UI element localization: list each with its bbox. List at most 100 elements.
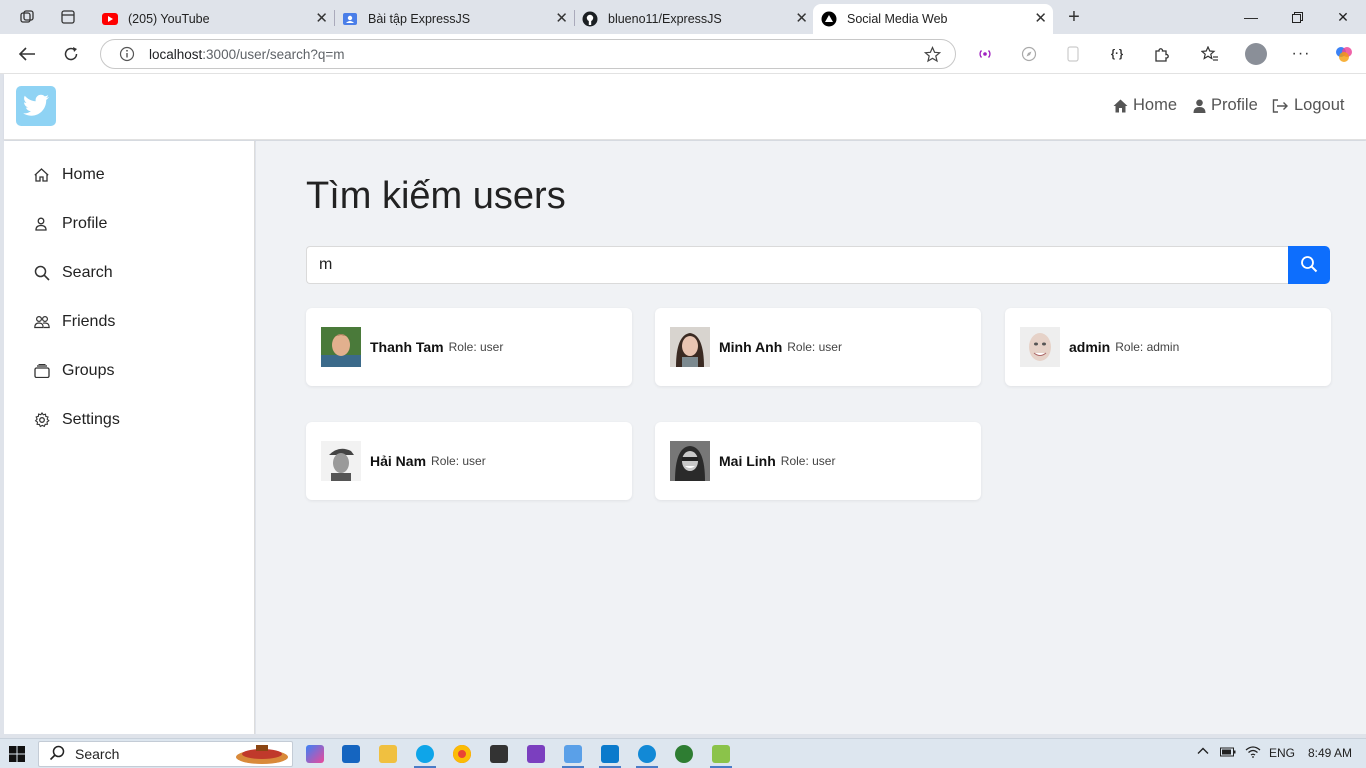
- workspaces-icon[interactable]: [14, 5, 40, 29]
- header-nav-profile[interactable]: Profile: [1193, 96, 1258, 115]
- user-name[interactable]: Hải Nam: [370, 453, 426, 469]
- sidebar-item-groups[interactable]: Groups: [34, 357, 114, 385]
- main-content: Tìm kiếm users Thanh Tam Role: user Minh…: [256, 141, 1366, 734]
- close-window-icon[interactable]: ✕: [1328, 6, 1358, 28]
- minimize-icon[interactable]: —: [1236, 6, 1266, 28]
- sidebar-item-label: Friends: [62, 313, 116, 330]
- browser-tab-expressjs[interactable]: Bài tập ExpressJS ✕: [334, 4, 574, 34]
- twitter-bird-icon[interactable]: [16, 86, 56, 126]
- site-info-icon[interactable]: [119, 46, 135, 67]
- sidebar-item-settings[interactable]: Settings: [34, 406, 120, 434]
- sidebar-item-label: Groups: [62, 362, 115, 379]
- user-name[interactable]: Minh Anh: [719, 339, 782, 355]
- search-icon: [49, 745, 65, 764]
- user-role: Role: user: [787, 340, 842, 354]
- tab-title: (205) YouTube: [128, 12, 210, 26]
- sidebar-item-profile[interactable]: Profile: [34, 210, 107, 238]
- app-icon[interactable]: [675, 745, 693, 763]
- avatar: [670, 327, 710, 367]
- refresh-icon[interactable]: [58, 42, 84, 66]
- user-name[interactable]: Thanh Tam: [370, 339, 444, 355]
- terminal-icon[interactable]: [490, 745, 508, 763]
- header-nav-label: Profile: [1211, 96, 1258, 114]
- close-tab-icon[interactable]: ✕: [315, 11, 328, 27]
- user-card[interactable]: Mai Linh Role: user: [655, 422, 981, 500]
- browser-tab-github[interactable]: blueno11/ExpressJS ✕: [574, 4, 814, 34]
- close-tab-icon[interactable]: ✕: [555, 11, 568, 27]
- user-name[interactable]: admin: [1069, 339, 1110, 355]
- os-taskbar: Search ENG 8:49 AM: [0, 738, 1366, 768]
- visual-studio-icon[interactable]: [527, 745, 545, 763]
- avatar: [670, 441, 710, 481]
- url-text: localhost:3000/user/search?q=m: [149, 47, 345, 62]
- language-indicator[interactable]: ENG: [1269, 746, 1295, 760]
- search-input[interactable]: [306, 246, 1289, 284]
- chevron-up-icon[interactable]: [1197, 745, 1209, 760]
- header-nav-home[interactable]: Home: [1113, 96, 1177, 115]
- taskbar-search-label: Search: [75, 746, 120, 762]
- home-icon: [1113, 99, 1128, 113]
- app-icon[interactable]: [638, 745, 656, 763]
- vscode-icon[interactable]: [601, 745, 619, 763]
- chrome-icon[interactable]: [453, 745, 471, 763]
- back-arrow-icon[interactable]: [14, 42, 40, 66]
- header-nav-label: Logout: [1294, 96, 1345, 114]
- header-nav-label: Home: [1133, 96, 1178, 114]
- paint-app-icon[interactable]: [712, 745, 730, 763]
- favorite-star-icon[interactable]: [923, 46, 942, 68]
- sidebar-item-label: Settings: [62, 411, 120, 428]
- json-viewer-icon[interactable]: {·}: [1104, 42, 1130, 66]
- contact-card-icon: [342, 11, 358, 27]
- avatar: [1020, 327, 1060, 367]
- close-tab-icon[interactable]: ✕: [1034, 11, 1047, 27]
- user-card[interactable]: admin Role: admin: [1005, 308, 1331, 386]
- sidebar-item-label: Profile: [62, 215, 108, 232]
- tab-actions-icon[interactable]: [55, 5, 81, 29]
- copilot-app-icon[interactable]: [306, 745, 324, 763]
- user-icon: [1193, 99, 1206, 113]
- sidebar-item-home[interactable]: Home: [34, 161, 105, 189]
- new-tab-icon[interactable]: +: [1061, 5, 1087, 29]
- user-name[interactable]: Mai Linh: [719, 453, 776, 469]
- sidebar-item-search[interactable]: Search: [34, 259, 113, 287]
- figma-like-app-icon[interactable]: [564, 745, 582, 763]
- search-highlight-image: [234, 743, 290, 768]
- browser-tab-social-media-web[interactable]: Social Media Web ✕: [813, 4, 1053, 34]
- wifi-icon[interactable]: [1245, 746, 1261, 761]
- phone-icon[interactable]: [1060, 42, 1086, 66]
- avatar: [321, 441, 361, 481]
- tab-title: Social Media Web: [847, 12, 948, 26]
- restore-icon[interactable]: [1282, 6, 1312, 28]
- copilot-icon[interactable]: [1331, 42, 1357, 66]
- person-outline-icon: [34, 217, 50, 231]
- outlook-app-icon[interactable]: [342, 745, 360, 763]
- profile-avatar-icon[interactable]: [1243, 42, 1269, 66]
- logout-icon: [1272, 98, 1289, 113]
- user-role: Role: admin: [1115, 340, 1180, 354]
- clock[interactable]: 8:49 AM: [1308, 746, 1352, 760]
- tab-title: blueno11/ExpressJS: [608, 12, 722, 26]
- sidebar-item-friends[interactable]: Friends: [34, 308, 115, 336]
- browser-toolbar: localhost:3000/user/search?q=m {·} ···: [0, 34, 1366, 74]
- user-card[interactable]: Thanh Tam Role: user: [306, 308, 632, 386]
- page-title: Tìm kiếm users: [306, 175, 566, 217]
- edge-browser-icon[interactable]: [416, 745, 434, 763]
- folder-stack-icon: [34, 364, 50, 378]
- close-tab-icon[interactable]: ✕: [795, 11, 808, 27]
- taskbar-search-box[interactable]: Search: [38, 741, 293, 767]
- extensions-icon[interactable]: [1148, 42, 1174, 66]
- windows-start-icon[interactable]: [9, 746, 25, 767]
- favorites-icon[interactable]: [1197, 42, 1223, 66]
- file-explorer-icon[interactable]: [379, 745, 397, 763]
- compass-icon[interactable]: [1016, 42, 1042, 66]
- browser-tab-youtube[interactable]: (205) YouTube ✕: [94, 4, 334, 34]
- address-bar[interactable]: localhost:3000/user/search?q=m: [100, 39, 956, 69]
- broadcast-icon[interactable]: [972, 42, 998, 66]
- battery-icon[interactable]: [1220, 746, 1236, 761]
- header-nav-logout[interactable]: Logout: [1272, 96, 1344, 115]
- more-menu-icon[interactable]: ···: [1288, 42, 1314, 66]
- search-button[interactable]: [1288, 246, 1330, 284]
- avatar: [321, 327, 361, 367]
- user-card[interactable]: Hải Nam Role: user: [306, 422, 632, 500]
- user-card[interactable]: Minh Anh Role: user: [655, 308, 981, 386]
